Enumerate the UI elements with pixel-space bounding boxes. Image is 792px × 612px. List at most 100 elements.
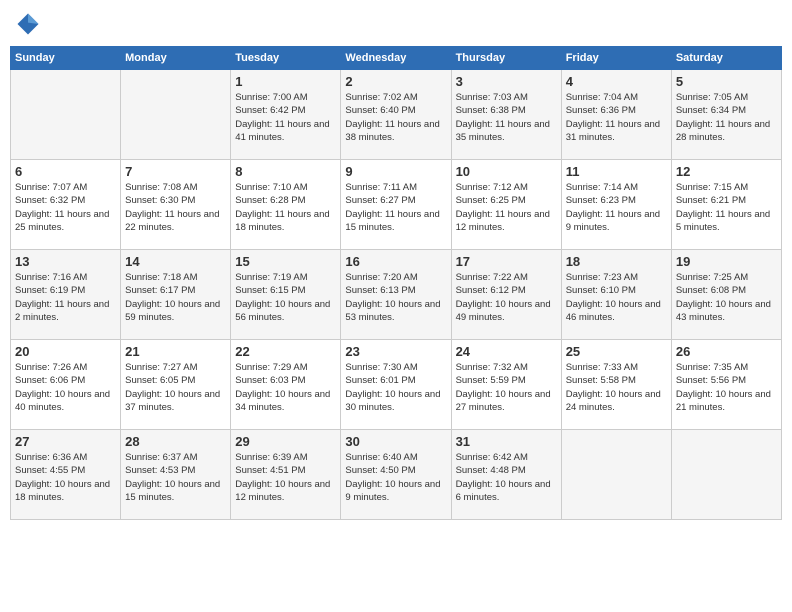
day-info: Sunrise: 7:02 AM Sunset: 6:40 PM Dayligh… [345,91,446,144]
day-number: 6 [15,164,116,179]
header-tuesday: Tuesday [231,47,341,70]
calendar-cell: 5 Sunrise: 7:05 AM Sunset: 6:34 PM Daylig… [671,70,781,160]
day-number: 5 [676,74,777,89]
day-info: Sunrise: 7:25 AM Sunset: 6:08 PM Dayligh… [676,271,777,324]
calendar-header-row: SundayMondayTuesdayWednesdayThursdayFrid… [11,47,782,70]
day-number: 28 [125,434,226,449]
day-info: Sunrise: 7:08 AM Sunset: 6:30 PM Dayligh… [125,181,226,234]
calendar-cell: 6 Sunrise: 7:07 AM Sunset: 6:32 PM Daylig… [11,160,121,250]
day-info: Sunrise: 7:16 AM Sunset: 6:19 PM Dayligh… [15,271,116,324]
day-info: Sunrise: 7:00 AM Sunset: 6:42 PM Dayligh… [235,91,336,144]
calendar-cell [11,70,121,160]
day-info: Sunrise: 7:23 AM Sunset: 6:10 PM Dayligh… [566,271,667,324]
day-info: Sunrise: 7:14 AM Sunset: 6:23 PM Dayligh… [566,181,667,234]
day-info: Sunrise: 7:33 AM Sunset: 5:58 PM Dayligh… [566,361,667,414]
calendar-cell: 8 Sunrise: 7:10 AM Sunset: 6:28 PM Daylig… [231,160,341,250]
day-number: 19 [676,254,777,269]
day-info: Sunrise: 7:20 AM Sunset: 6:13 PM Dayligh… [345,271,446,324]
day-info: Sunrise: 6:37 AM Sunset: 4:53 PM Dayligh… [125,451,226,504]
day-number: 9 [345,164,446,179]
day-number: 30 [345,434,446,449]
calendar-cell: 21 Sunrise: 7:27 AM Sunset: 6:05 PM Dayli… [121,340,231,430]
day-number: 22 [235,344,336,359]
day-number: 17 [456,254,557,269]
day-number: 15 [235,254,336,269]
day-info: Sunrise: 7:26 AM Sunset: 6:06 PM Dayligh… [15,361,116,414]
calendar-cell: 29 Sunrise: 6:39 AM Sunset: 4:51 PM Dayli… [231,430,341,520]
day-number: 21 [125,344,226,359]
day-number: 25 [566,344,667,359]
day-info: Sunrise: 7:27 AM Sunset: 6:05 PM Dayligh… [125,361,226,414]
header-wednesday: Wednesday [341,47,451,70]
day-info: Sunrise: 7:30 AM Sunset: 6:01 PM Dayligh… [345,361,446,414]
day-info: Sunrise: 7:04 AM Sunset: 6:36 PM Dayligh… [566,91,667,144]
day-info: Sunrise: 6:40 AM Sunset: 4:50 PM Dayligh… [345,451,446,504]
calendar-cell: 24Sunrise: 7:32 AM Sunset: 5:59 PM Dayli… [451,340,561,430]
day-number: 29 [235,434,336,449]
day-number: 10 [456,164,557,179]
day-number: 13 [15,254,116,269]
day-info: Sunrise: 7:05 AM Sunset: 6:34 PM Dayligh… [676,91,777,144]
day-info: Sunrise: 6:39 AM Sunset: 4:51 PM Dayligh… [235,451,336,504]
calendar-cell: 26 Sunrise: 7:35 AM Sunset: 5:56 PM Dayli… [671,340,781,430]
page-header [10,10,782,38]
day-number: 8 [235,164,336,179]
logo-icon [14,10,42,38]
day-number: 14 [125,254,226,269]
calendar-cell: 23 Sunrise: 7:30 AM Sunset: 6:01 PM Dayli… [341,340,451,430]
day-number: 4 [566,74,667,89]
day-info: Sunrise: 7:29 AM Sunset: 6:03 PM Dayligh… [235,361,336,414]
day-number: 18 [566,254,667,269]
day-number: 31 [456,434,557,449]
day-number: 24 [456,344,557,359]
calendar-cell: 9 Sunrise: 7:11 AM Sunset: 6:27 PM Daylig… [341,160,451,250]
day-number: 27 [15,434,116,449]
header-friday: Friday [561,47,671,70]
calendar-cell: 1 Sunrise: 7:00 AM Sunset: 6:42 PM Daylig… [231,70,341,160]
calendar-week-row: 6 Sunrise: 7:07 AM Sunset: 6:32 PM Daylig… [11,160,782,250]
day-number: 23 [345,344,446,359]
day-number: 26 [676,344,777,359]
calendar-cell: 10 Sunrise: 7:12 AM Sunset: 6:25 PM Dayli… [451,160,561,250]
calendar-week-row: 20 Sunrise: 7:26 AM Sunset: 6:06 PM Dayli… [11,340,782,430]
day-info: Sunrise: 7:03 AM Sunset: 6:38 PM Dayligh… [456,91,557,144]
day-number: 16 [345,254,446,269]
calendar-cell: 3Sunrise: 7:03 AM Sunset: 6:38 PM Daylig… [451,70,561,160]
day-info: Sunrise: 7:11 AM Sunset: 6:27 PM Dayligh… [345,181,446,234]
calendar-cell: 28 Sunrise: 6:37 AM Sunset: 4:53 PM Dayli… [121,430,231,520]
calendar-cell [121,70,231,160]
logo [14,10,46,38]
calendar-week-row: 1 Sunrise: 7:00 AM Sunset: 6:42 PM Daylig… [11,70,782,160]
calendar-cell: 11 Sunrise: 7:14 AM Sunset: 6:23 PM Dayli… [561,160,671,250]
calendar-cell: 30 Sunrise: 6:40 AM Sunset: 4:50 PM Dayli… [341,430,451,520]
day-info: Sunrise: 7:12 AM Sunset: 6:25 PM Dayligh… [456,181,557,234]
day-info: Sunrise: 7:22 AM Sunset: 6:12 PM Dayligh… [456,271,557,324]
day-info: Sunrise: 6:36 AM Sunset: 4:55 PM Dayligh… [15,451,116,504]
day-info: Sunrise: 6:42 AM Sunset: 4:48 PM Dayligh… [456,451,557,504]
calendar-cell: 16 Sunrise: 7:20 AM Sunset: 6:13 PM Dayli… [341,250,451,340]
day-number: 2 [345,74,446,89]
calendar-cell [561,430,671,520]
header-monday: Monday [121,47,231,70]
header-sunday: Sunday [11,47,121,70]
day-number: 1 [235,74,336,89]
day-info: Sunrise: 7:35 AM Sunset: 5:56 PM Dayligh… [676,361,777,414]
calendar-table: SundayMondayTuesdayWednesdayThursdayFrid… [10,46,782,520]
day-info: Sunrise: 7:07 AM Sunset: 6:32 PM Dayligh… [15,181,116,234]
calendar-cell: 27 Sunrise: 6:36 AM Sunset: 4:55 PM Dayli… [11,430,121,520]
calendar-cell: 19 Sunrise: 7:25 AM Sunset: 6:08 PM Dayli… [671,250,781,340]
calendar-cell: 22 Sunrise: 7:29 AM Sunset: 6:03 PM Dayli… [231,340,341,430]
calendar-cell: 7 Sunrise: 7:08 AM Sunset: 6:30 PM Daylig… [121,160,231,250]
header-thursday: Thursday [451,47,561,70]
calendar-cell: 14Sunrise: 7:18 AM Sunset: 6:17 PM Dayli… [121,250,231,340]
day-info: Sunrise: 7:10 AM Sunset: 6:28 PM Dayligh… [235,181,336,234]
day-number: 7 [125,164,226,179]
calendar-cell: 13 Sunrise: 7:16 AM Sunset: 6:19 PM Dayli… [11,250,121,340]
calendar-cell: 4 Sunrise: 7:04 AM Sunset: 6:36 PM Daylig… [561,70,671,160]
calendar-cell [671,430,781,520]
day-info: Sunrise: 7:19 AM Sunset: 6:15 PM Dayligh… [235,271,336,324]
day-number: 20 [15,344,116,359]
day-number: 11 [566,164,667,179]
calendar-cell: 25 Sunrise: 7:33 AM Sunset: 5:58 PM Dayli… [561,340,671,430]
calendar-cell: 12Sunrise: 7:15 AM Sunset: 6:21 PM Dayli… [671,160,781,250]
